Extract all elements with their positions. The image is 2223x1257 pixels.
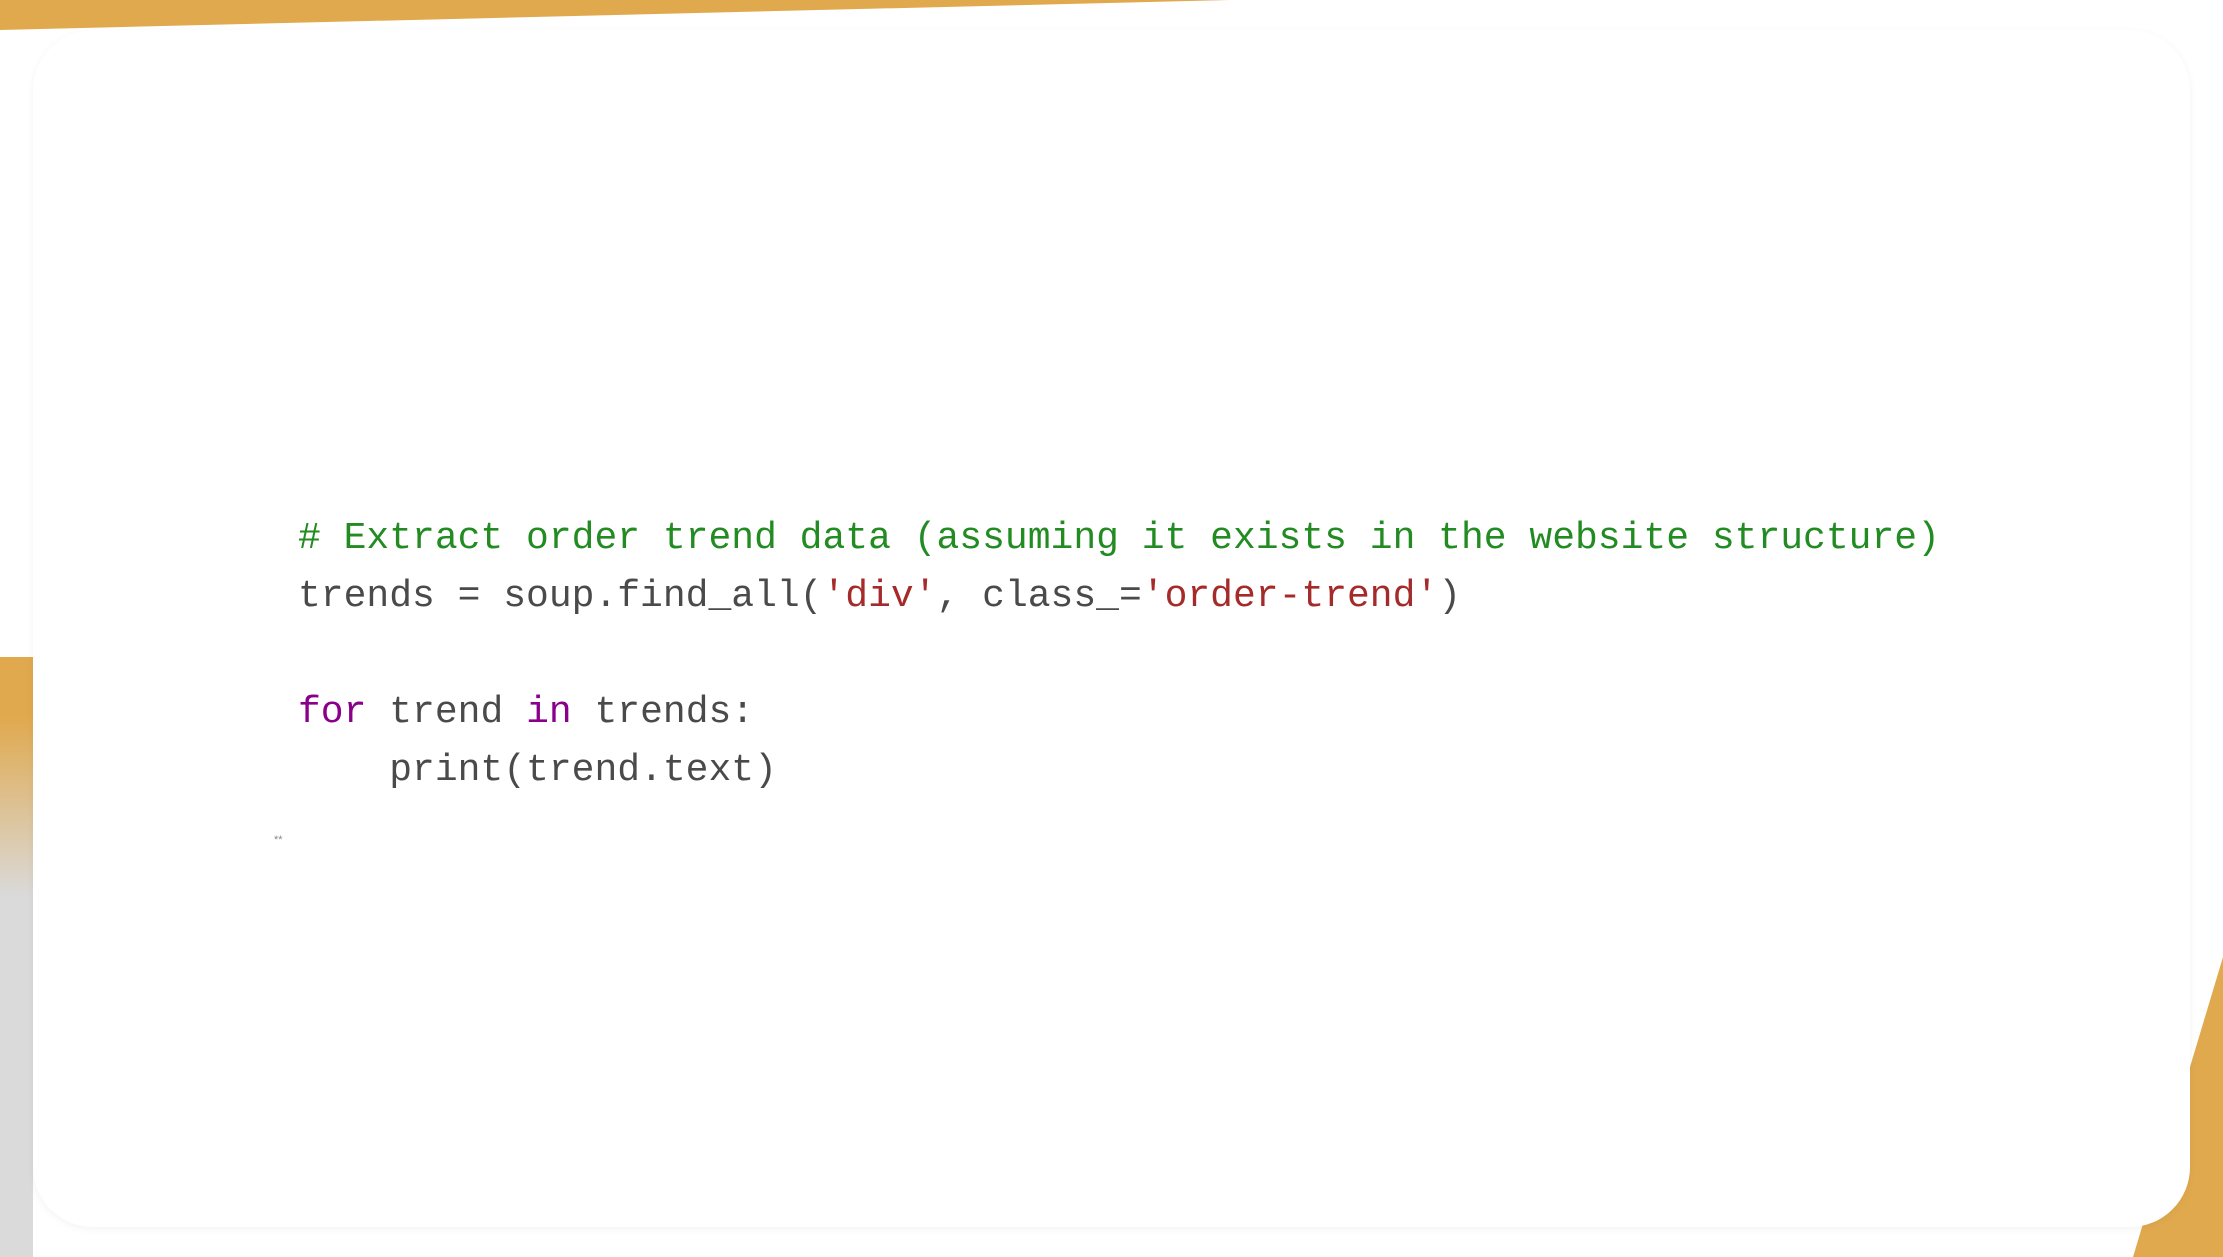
footnote-mark: ** xyxy=(274,834,283,846)
decorative-triangle-top xyxy=(0,0,1230,30)
code-keyword-in: in xyxy=(526,691,572,734)
code-keyword-for: for xyxy=(298,691,366,734)
code-string-ordertrend: 'order-trend' xyxy=(1142,575,1438,618)
slide-card: # Extract order trend data (assuming it … xyxy=(33,30,2190,1227)
code-line-assign: trends = soup.find_all( xyxy=(298,575,823,618)
code-string-div: 'div' xyxy=(823,575,937,618)
decorative-left-gradient xyxy=(0,657,33,1257)
code-text: ) xyxy=(1438,575,1461,618)
code-text: trend xyxy=(366,691,526,734)
code-block: # Extract order trend data (assuming it … xyxy=(298,510,1940,800)
code-comment: # Extract order trend data (assuming it … xyxy=(298,517,1940,560)
code-line-print: print(trend.text) xyxy=(298,749,777,792)
code-text: , class_= xyxy=(937,575,1142,618)
code-text: trends: xyxy=(572,691,754,734)
